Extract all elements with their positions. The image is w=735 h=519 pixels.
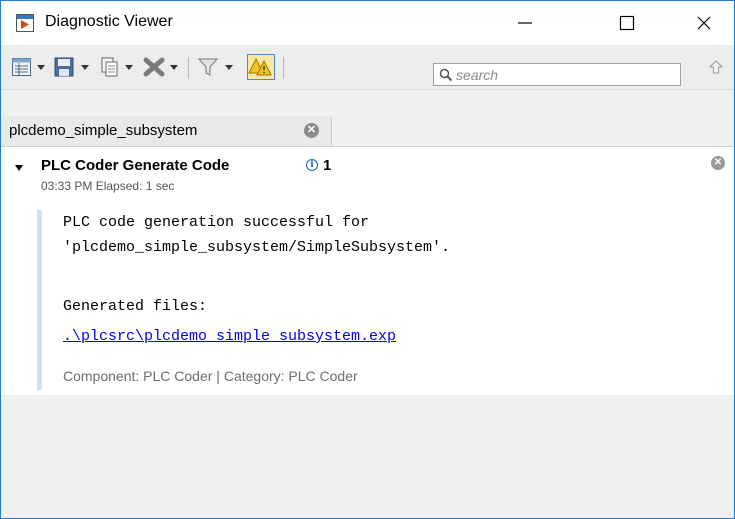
expand-collapse-icon[interactable]	[15, 165, 23, 171]
tab-bar: plcdemo_simple_subsystem ✕	[1, 116, 734, 147]
warning-toggle-icon	[247, 54, 275, 80]
generated-files-label: Generated files:	[63, 298, 208, 315]
diagnostic-viewer-window: Diagnostic Viewer search plcdemo_simple_…	[0, 0, 735, 519]
up-arrow-icon	[709, 60, 723, 74]
timestamp: 03:33 PM Elapsed: 1 sec	[41, 179, 175, 193]
warning-toggle-button[interactable]	[247, 45, 275, 89]
report-button[interactable]	[11, 45, 33, 89]
search-placeholder: search	[456, 67, 499, 83]
toolbar-separator	[283, 57, 284, 79]
copy-icon	[101, 57, 118, 77]
message-line-2: 'plcdemo_simple_subsystem/SimpleSubsyste…	[63, 239, 451, 256]
save-button[interactable]	[53, 45, 75, 89]
report-dropdown-caret[interactable]	[37, 65, 45, 70]
tab-close-icon[interactable]: ✕	[304, 123, 319, 138]
toolbar-separator	[188, 57, 189, 79]
search-icon	[439, 68, 453, 82]
filter-icon	[197, 58, 219, 76]
component-category: Component: PLC Coder | Category: PLC Cod…	[63, 368, 358, 384]
maximize-button[interactable]	[604, 1, 650, 45]
save-dropdown-caret[interactable]	[81, 65, 89, 70]
clear-dropdown-caret[interactable]	[170, 65, 178, 70]
window-title: Diagnostic Viewer	[45, 13, 173, 30]
diagnostic-content: PLC Coder Generate Code i 1 ✕ 03:33 PM E…	[1, 147, 734, 395]
info-count: 1	[323, 157, 332, 174]
delete-icon	[143, 57, 165, 77]
close-window-button[interactable]	[681, 1, 727, 45]
generated-file-link[interactable]: .\plcsrc\plcdemo_simple_subsystem.exp	[63, 328, 396, 345]
close-icon	[697, 16, 711, 30]
message-line-1: PLC code generation successful for	[63, 214, 370, 231]
minimize-icon	[518, 22, 532, 24]
save-icon	[54, 57, 74, 77]
minimize-button[interactable]	[502, 1, 548, 45]
search-input[interactable]: search	[433, 63, 681, 86]
report-icon	[12, 58, 31, 76]
tab-label: plcdemo_simple_subsystem	[9, 122, 198, 139]
copy-button[interactable]	[98, 45, 120, 89]
diagnostic-title: PLC Coder Generate Code	[41, 157, 230, 174]
copy-dropdown-caret[interactable]	[125, 65, 133, 70]
info-icon: i	[306, 159, 318, 171]
tab-plcdemo-simple-subsystem[interactable]: plcdemo_simple_subsystem ✕	[1, 116, 332, 146]
clear-button[interactable]	[142, 45, 166, 89]
clear-diagnostic-icon[interactable]: ✕	[711, 156, 725, 170]
filter-button[interactable]	[197, 45, 219, 89]
app-icon	[16, 14, 34, 32]
scroll-up-button[interactable]	[709, 45, 723, 89]
title-bar: Diagnostic Viewer	[1, 1, 734, 45]
message-indicator-bar	[37, 210, 42, 390]
maximize-icon	[619, 15, 635, 31]
filter-dropdown-caret[interactable]	[225, 65, 233, 70]
